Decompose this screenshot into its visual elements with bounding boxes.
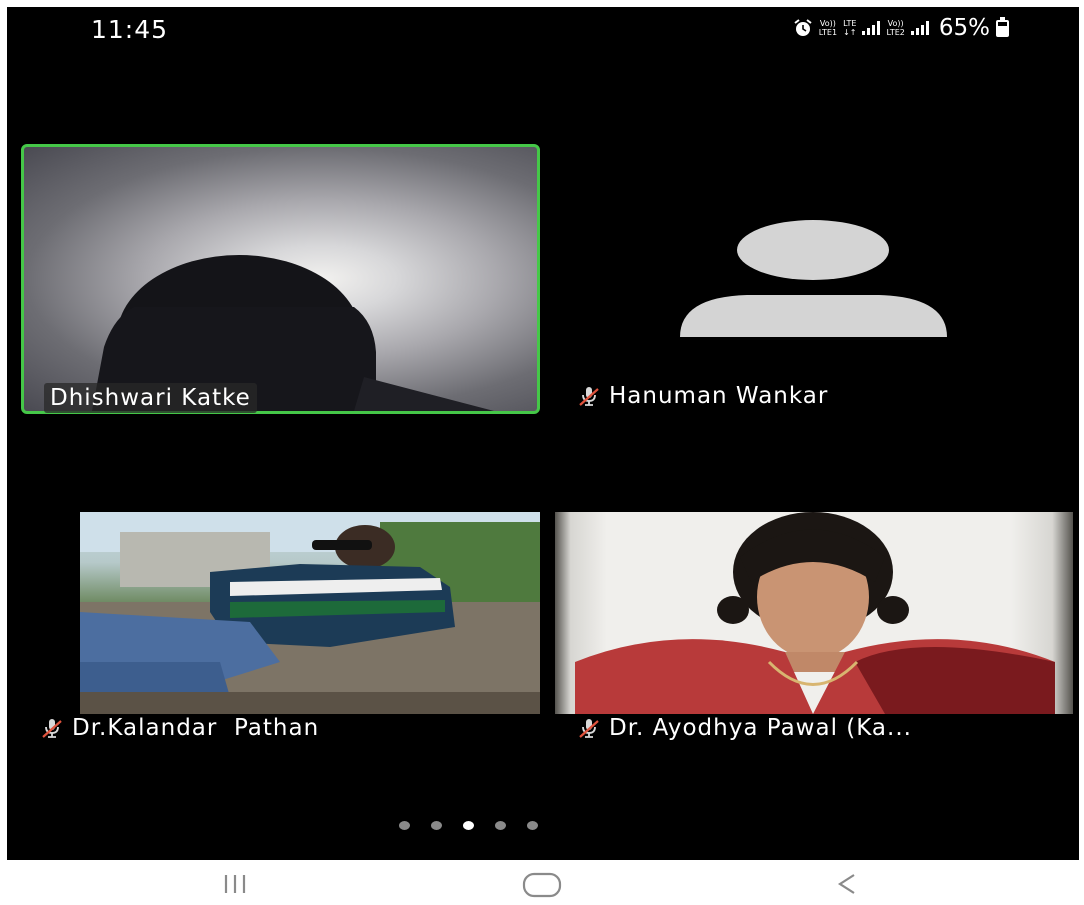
participant-name-ayodhya: Dr. Ayodhya Pawal (Ka...	[577, 715, 912, 741]
avatar-placeholder-icon	[680, 220, 947, 337]
lte-data-label: LTE ↓↑	[843, 19, 857, 37]
video-tile-hanuman[interactable]	[577, 147, 1067, 417]
video-tile-dhishwari[interactable]	[21, 144, 540, 414]
recent-apps-button[interactable]	[210, 868, 260, 900]
participant-video	[80, 512, 540, 714]
home-button[interactable]	[517, 868, 567, 900]
video-tile-kalandar[interactable]	[80, 512, 540, 714]
participant-video	[92, 255, 494, 411]
meeting-screen: 11:45 Vo)) LTE1 LTE ↓↑ Vo)) LTE2 65% Dhi…	[7, 7, 1079, 860]
alarm-icon	[794, 19, 812, 36]
sim2-volte-label: Vo)) LTE2	[886, 19, 905, 37]
back-icon	[837, 874, 855, 894]
signal-sim1-icon	[862, 21, 881, 35]
page-dot[interactable]	[399, 821, 410, 830]
status-time: 11:45	[91, 15, 169, 44]
gallery-page-indicator[interactable]	[399, 821, 538, 830]
sim1-volte-label: Vo)) LTE1	[818, 19, 838, 37]
participant-name-dhishwari: Dhishwari Katke	[44, 383, 257, 413]
back-button[interactable]	[822, 868, 872, 900]
participant-video	[575, 512, 1055, 714]
page-dot[interactable]	[495, 821, 506, 830]
signal-sim2-icon	[910, 21, 929, 35]
mic-muted-icon	[42, 719, 62, 738]
video-tile-ayodhya[interactable]	[555, 512, 1073, 714]
system-nav-bar	[0, 860, 1084, 905]
mic-muted-icon	[579, 387, 599, 406]
battery-percent: 65%	[938, 15, 990, 41]
home-icon	[522, 872, 562, 898]
page-dot[interactable]	[431, 821, 442, 830]
participant-name-hanuman: Hanuman Wankar	[577, 383, 828, 409]
page-dot[interactable]	[527, 821, 538, 830]
participant-name-kalandar: Dr.Kalandar Pathan	[40, 715, 319, 741]
page-dot-active[interactable]	[463, 821, 474, 830]
recent-apps-icon	[224, 875, 246, 893]
status-icons: Vo)) LTE1 LTE ↓↑ Vo)) LTE2 65%	[793, 15, 1009, 41]
mic-muted-icon	[579, 719, 599, 738]
battery-icon	[996, 16, 1009, 37]
